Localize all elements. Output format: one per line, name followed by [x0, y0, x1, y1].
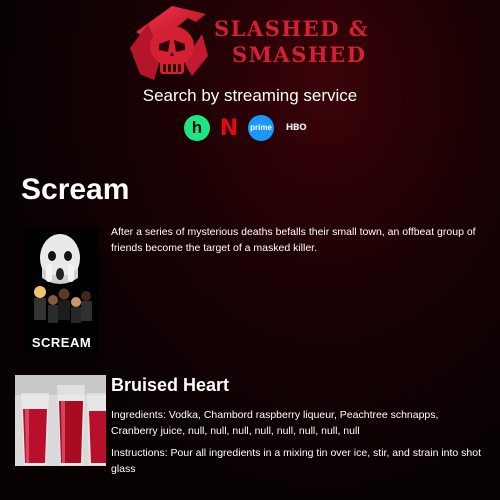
drink-name: Bruised Heart — [111, 375, 230, 395]
streaming-service-list: h N prime HBO — [184, 114, 308, 142]
poster-title-text: SCREAM — [31, 335, 92, 350]
prime-video-icon[interactable]: prime — [248, 115, 274, 141]
site-logo-text[interactable]: SLASHED & SMASHED — [214, 16, 374, 68]
search-by-service-label: Search by streaming service — [142, 86, 358, 105]
logo-line-1: SLASHED & — [214, 16, 370, 41]
hulu-icon[interactable]: h — [184, 115, 210, 141]
movie-title: Scream — [21, 173, 130, 206]
netflix-icon[interactable]: N — [220, 115, 238, 141]
shot-glasses-picture — [15, 375, 106, 466]
logo-line-2: SMASHED — [232, 42, 367, 67]
hbo-icon[interactable]: HBO — [284, 115, 308, 141]
movie-poster[interactable]: SCREAM — [24, 228, 99, 353]
drink-image[interactable] — [15, 375, 106, 466]
drink-instructions: Instructions: Pour all ingredients in a … — [111, 447, 482, 475]
drink-ingredients: Ingredients: Vodka, Chambord raspberry l… — [111, 409, 439, 437]
skull-logo-icon[interactable] — [126, 4, 212, 82]
site-header: SLASHED & SMASHED Search by streaming se… — [0, 0, 500, 150]
movie-synopsis: After a series of mysterious deaths befa… — [111, 226, 476, 254]
